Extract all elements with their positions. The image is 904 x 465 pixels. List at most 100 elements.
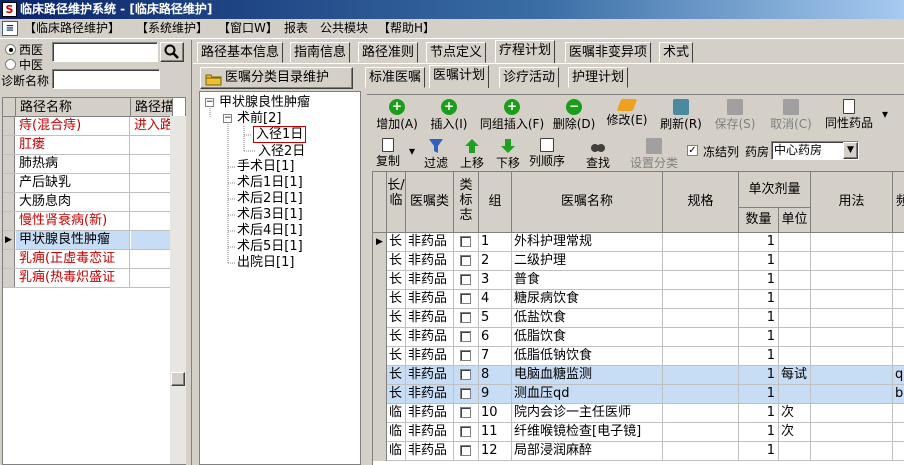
path-desc-cell[interactable] <box>131 136 173 154</box>
group-cell[interactable]: 8 <box>479 366 512 385</box>
qty-cell[interactable]: 1 <box>739 309 779 328</box>
modify-button[interactable]: 修改(E) <box>603 99 651 127</box>
tab-surgery-type[interactable]: 术式 <box>659 42 694 63</box>
table-row[interactable]: 临非药品 11 纤维喉镜检查[电子镜] 1 次 <box>373 423 904 442</box>
col-path-name[interactable]: 路径名称 <box>16 98 131 117</box>
usage-cell[interactable] <box>811 328 893 347</box>
qty-cell[interactable]: 1 <box>739 290 779 309</box>
insert-button[interactable]: + 插入(I) <box>425 99 473 131</box>
qty-cell[interactable]: 1 <box>739 252 779 271</box>
path-desc-cell[interactable] <box>131 174 173 192</box>
qty-cell[interactable]: 1 <box>739 404 779 423</box>
path-row[interactable]: 慢性肾衰病(新) <box>3 212 173 231</box>
chevron-down-icon[interactable]: ▼ <box>843 142 858 159</box>
refresh-button[interactable]: 刷新(R) <box>657 99 705 131</box>
tab-clinical-activities[interactable]: 诊疗活动 <box>499 67 560 88</box>
group-insert-button[interactable]: + 同组插入(F) <box>477 99 547 131</box>
type-flag-checkbox[interactable] <box>460 369 471 380</box>
type-flag-cell[interactable] <box>454 290 479 309</box>
path-name-cell[interactable]: 慢性肾衰病(新) <box>16 212 130 230</box>
type-flag-cell[interactable] <box>454 442 479 461</box>
find-button[interactable]: 查找 <box>583 138 613 170</box>
order-type-cell[interactable]: 非药品 <box>406 423 454 442</box>
path-name-cell[interactable]: 大肠息肉 <box>16 193 130 211</box>
same-group-drug-button[interactable]: 同性药品 <box>821 99 877 130</box>
long-temp-cell[interactable]: 临 <box>387 404 406 423</box>
order-type-cell[interactable]: 非药品 <box>406 271 454 290</box>
usage-cell[interactable] <box>811 404 893 423</box>
order-name-cell[interactable]: 电脑血糖监测 <box>512 366 663 385</box>
path-row[interactable]: 痔(混合痔) 进入路 <box>3 117 173 136</box>
frequency-cell[interactable] <box>893 252 904 271</box>
unit-cell[interactable] <box>779 290 811 309</box>
path-desc-cell[interactable] <box>131 193 173 211</box>
set-category-button[interactable]: 设置分类 <box>629 138 679 170</box>
usage-cell[interactable] <box>811 347 893 366</box>
col-spec[interactable]: 规格 <box>663 172 739 233</box>
menu-system-maintenance[interactable]: 【系统维护】 <box>134 19 210 38</box>
order-type-cell[interactable]: 非药品 <box>406 328 454 347</box>
long-temp-cell[interactable]: 临 <box>387 423 406 442</box>
group-cell[interactable]: 9 <box>479 385 512 404</box>
type-flag-cell[interactable] <box>454 366 479 385</box>
table-row[interactable]: 长非药品 9测血压qd 1 b: <box>373 385 904 404</box>
tab-order-plan[interactable]: 医嘱计划 <box>429 65 490 88</box>
type-flag-cell[interactable] <box>454 328 479 347</box>
qty-cell[interactable]: 1 <box>739 442 779 461</box>
order-name-cell[interactable]: 局部浸润麻醉 <box>512 442 663 461</box>
spec-cell[interactable] <box>663 404 739 423</box>
frequency-cell[interactable]: b: <box>893 385 904 404</box>
path-desc-cell[interactable] <box>131 231 173 249</box>
tab-nursing-plan[interactable]: 护理计划 <box>568 67 629 88</box>
spec-cell[interactable] <box>663 366 739 385</box>
path-row[interactable]: 大肠息肉 <box>3 193 173 212</box>
long-temp-cell[interactable]: 长 <box>387 385 406 404</box>
path-desc-cell[interactable] <box>131 250 173 268</box>
order-type-cell[interactable]: 非药品 <box>406 309 454 328</box>
col-long-temp[interactable]: 长/临 <box>387 172 406 233</box>
col-frequency[interactable]: 频 <box>893 172 904 233</box>
radio-chinese[interactable] <box>5 59 16 70</box>
move-up-button[interactable]: 上移 <box>457 138 487 170</box>
path-name-cell[interactable]: 肺热病 <box>16 155 130 173</box>
table-row[interactable]: 临非药品 12 局部浸润麻醉 1 <box>373 442 904 461</box>
usage-cell[interactable] <box>811 309 893 328</box>
table-row[interactable]: 长非药品 3 普食 1 <box>373 271 904 290</box>
order-type-cell[interactable]: 非药品 <box>406 385 454 404</box>
order-type-cell[interactable]: 非药品 <box>406 233 454 252</box>
usage-cell[interactable] <box>811 233 893 252</box>
path-name-cell[interactable]: 痔(混合痔) <box>16 117 130 135</box>
qty-cell[interactable]: 1 <box>739 347 779 366</box>
type-flag-checkbox[interactable] <box>460 236 471 247</box>
unit-cell[interactable]: 次 <box>779 423 811 442</box>
table-row[interactable]: 长非药品 4 糖尿病饮食 1 <box>373 290 904 309</box>
col-order-type[interactable]: 医嘱类 <box>406 172 454 233</box>
path-row[interactable]: 肺热病 <box>3 155 173 174</box>
group-cell[interactable]: 10 <box>479 404 512 423</box>
order-name-cell[interactable]: 测血压qd <box>512 385 663 404</box>
type-flag-checkbox[interactable] <box>460 407 471 418</box>
frequency-cell[interactable] <box>893 309 904 328</box>
long-temp-cell[interactable]: 长 <box>387 366 406 385</box>
spec-cell[interactable] <box>663 271 739 290</box>
path-row[interactable]: 产后缺乳 <box>3 174 173 193</box>
col-qty[interactable]: 数量 <box>739 208 779 233</box>
unit-cell[interactable] <box>779 252 811 271</box>
path-row[interactable]: 乳痈(正虚毒恋证 <box>3 250 173 269</box>
type-flag-checkbox[interactable] <box>460 445 471 456</box>
type-flag-checkbox[interactable] <box>460 255 471 266</box>
unit-cell[interactable] <box>779 233 811 252</box>
unit-cell[interactable] <box>779 385 811 404</box>
order-name-cell[interactable]: 低盐饮食 <box>512 309 663 328</box>
path-desc-cell[interactable] <box>131 155 173 173</box>
order-name-cell[interactable]: 纤维喉镜检查[电子镜] <box>512 423 663 442</box>
usage-cell[interactable] <box>811 366 893 385</box>
unit-cell[interactable]: 次 <box>779 404 811 423</box>
path-name-cell[interactable]: 产后缺乳 <box>16 174 130 192</box>
usage-cell[interactable] <box>811 423 893 442</box>
tab-path-criteria[interactable]: 路径准则 <box>358 42 419 63</box>
order-type-cell[interactable]: 非药品 <box>406 442 454 461</box>
order-type-cell[interactable]: 非药品 <box>406 347 454 366</box>
freeze-columns-checkbox[interactable]: ✓ <box>687 145 698 156</box>
search-button[interactable] <box>160 42 184 62</box>
